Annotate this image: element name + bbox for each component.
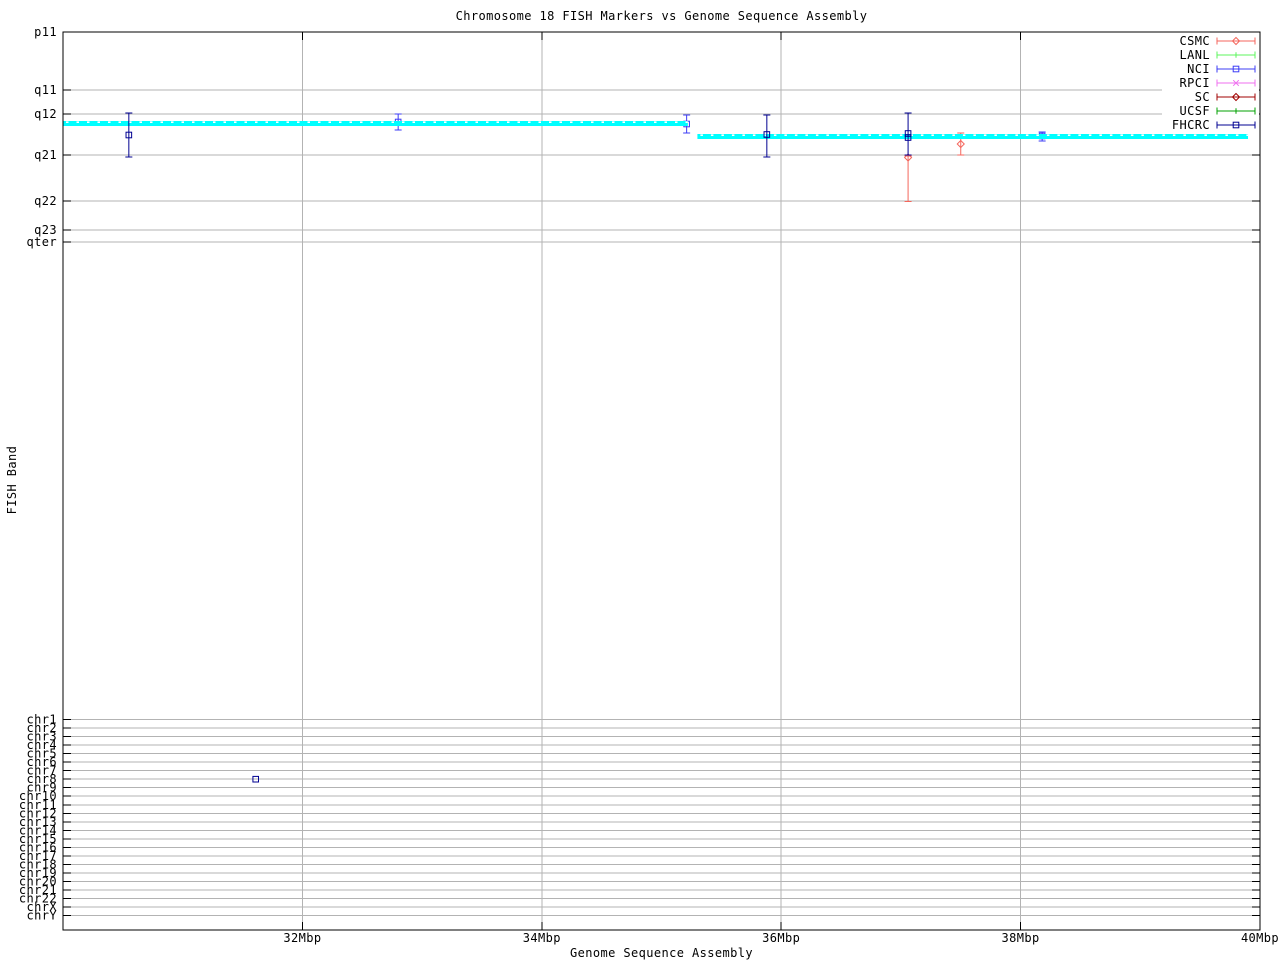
series-FHCRC: [125, 112, 912, 783]
legend-label-RPCI: RPCI: [1180, 76, 1211, 90]
legend-label-UCSF: UCSF: [1180, 104, 1211, 118]
x-tick-label-34Mbp: 34Mbp: [523, 931, 561, 945]
y-tick-label-q12: q12: [34, 107, 57, 121]
legend-label-LANL: LANL: [1180, 48, 1211, 62]
gridlines: [63, 32, 1260, 930]
legend-label-NCI: NCI: [1187, 62, 1210, 76]
gnuplot-canvas: Chromosome 18 FISH Markers vs Genome Seq…: [0, 0, 1280, 960]
legend-label-SC: SC: [1195, 90, 1210, 104]
x-tick-label-40Mbp: 40Mbp: [1241, 931, 1279, 945]
series-CSMC: [903, 132, 965, 202]
assembly-band: [697, 134, 1249, 139]
y-tick-label-q22: q22: [34, 194, 57, 208]
y-tick-label-p11: p11: [34, 25, 57, 39]
axes: [62, 31, 1261, 931]
x-tick-label-32Mbp: 32Mbp: [283, 931, 321, 945]
legend-label-CSMC: CSMC: [1180, 34, 1211, 48]
plot-area: p11q11q12q21q22q23qterchr1chr2chr3chr4ch…: [19, 25, 1279, 945]
y-tick-label-q21: q21: [34, 148, 57, 162]
assembly-band: [63, 121, 688, 126]
legend-label-FHCRC: FHCRC: [1172, 118, 1210, 132]
assembly-track: [63, 121, 1249, 139]
y-tick-label-q11: q11: [34, 83, 57, 97]
plot-border: [62, 31, 1261, 931]
y-tick-label-qter: qter: [27, 235, 58, 249]
x-tick-label-38Mbp: 38Mbp: [1002, 931, 1040, 945]
x-tick-label-36Mbp: 36Mbp: [762, 931, 800, 945]
y-tick-label-chrY: chrY: [27, 909, 58, 923]
legend: CSMCLANLNCIRPCISCUCSFFHCRC: [1162, 33, 1259, 133]
tick-labels: p11q11q12q21q22q23qterchr1chr2chr3chr4ch…: [19, 25, 1279, 945]
